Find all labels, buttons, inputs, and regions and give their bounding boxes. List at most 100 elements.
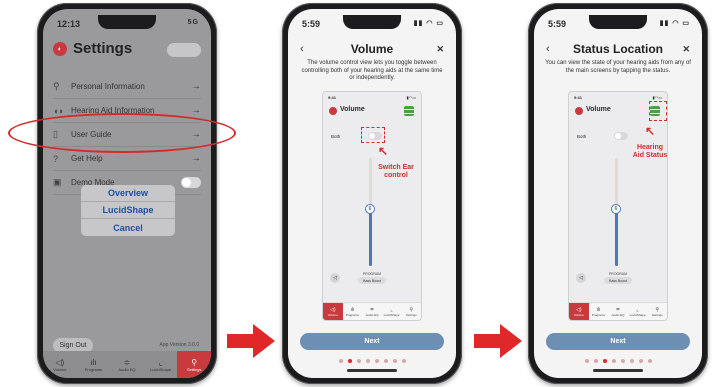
page-dot [647, 359, 652, 363]
demo-mode-toggle[interactable] [181, 177, 201, 188]
volume-knob: 6 [611, 204, 621, 214]
next-button[interactable]: Next [546, 333, 690, 350]
mini-tab-lucidshape: ⌞ LucidShape [382, 303, 402, 320]
hearing-aid-status-button[interactable] [167, 43, 201, 57]
signal-indicator: 5G [187, 19, 199, 26]
volume-fill [615, 209, 618, 266]
annotation-arrow-icon: ↖ [645, 124, 656, 138]
signal-wifi-battery-icon: ▮▮ ◠ ▭ [659, 20, 690, 27]
back-icon[interactable]: ‹ [300, 43, 304, 55]
menu-item-label: Personal Information [71, 82, 145, 91]
tab-settings[interactable]: ⚲ Settings [177, 351, 211, 378]
mini-tab-volume: ◁) Volume [323, 303, 343, 320]
page-dot [383, 359, 388, 363]
tab-label: Settings [405, 312, 417, 317]
sliders-icon: ≑ [123, 357, 131, 367]
settings-header: ◐ Settings [53, 39, 201, 63]
page-title: Status Location [572, 42, 663, 56]
person-icon: ⚲ [191, 357, 198, 367]
volume-knob: 6 [365, 204, 375, 214]
notch [589, 15, 647, 29]
cancel-button[interactable]: Cancel [81, 219, 175, 236]
settings-screen: 12:13 5G ◐ Settings ⚲ Personal Informati… [43, 9, 211, 378]
tab-label: LucidShape [150, 366, 172, 372]
arrow-right-icon [227, 324, 275, 358]
arrow-right-icon: → [191, 81, 201, 92]
annotation-label: Hearing Aid Status [632, 144, 668, 159]
mini-screenshot: 9:41 ▮◠▭ Volume Both 6 ◁ PROGRAM Bass Bo… [568, 91, 668, 321]
tab-label: Programs [591, 312, 605, 317]
onboarding-screen: 5:59 ▮▮ ◠ ▭ ‹ Status Location ✕ You can … [534, 9, 702, 378]
highlight-oval [8, 113, 236, 153]
both-label: Both [331, 134, 341, 139]
tab-label: Programs [345, 312, 359, 317]
close-icon[interactable]: ✕ [682, 44, 690, 55]
page-dot [392, 359, 397, 363]
arrow-right-icon: → [191, 153, 201, 164]
tab-volume[interactable]: ◁) Volume [43, 351, 77, 378]
tab-programs[interactable]: ılı Programs [77, 351, 111, 378]
mini-tab-audio-eq: ≑ Audio EQ [362, 303, 382, 320]
brand-logo-icon [575, 107, 583, 115]
tab-audio-eq[interactable]: ≑ Audio EQ [110, 351, 144, 378]
close-icon[interactable]: ✕ [436, 44, 444, 55]
mini-clock: 9:41 [328, 95, 337, 100]
mini-title: Volume [340, 106, 365, 113]
annotation-label: Switch Ear control [378, 164, 414, 179]
mini-screenshot: 9:41 ▮◠▭ Volume Both 6 ◁ PROGRAM Bass Bo… [322, 91, 422, 321]
annotation-arrow-icon: ↖ [378, 144, 389, 158]
lucidshape-option[interactable]: LucidShape [81, 202, 175, 219]
help-icon: ? [53, 153, 59, 164]
tab-label: Audio EQ [611, 312, 625, 317]
tab-label: Settings [186, 366, 202, 372]
mini-title: Volume [586, 106, 611, 113]
tab-label: Volume [327, 312, 338, 317]
page-dot [638, 359, 643, 363]
page-dot [374, 359, 379, 363]
tab-label: LucidShape [383, 312, 400, 317]
page-dot [401, 359, 406, 363]
tab-label: LucidShape [629, 312, 646, 317]
mini-tab-bar: ◁) Volume ılı Programs ≑ Audio EQ ⌞ LucidSha… [569, 302, 667, 320]
mini-tab-programs: ılı Programs [343, 303, 363, 320]
next-button[interactable]: Next [300, 333, 444, 350]
overview-option[interactable]: Overview [81, 185, 175, 202]
both-toggle [614, 132, 628, 140]
program-value: Bass Boost [358, 277, 386, 284]
page-dots [534, 359, 702, 363]
tab-label: Audio EQ [365, 312, 379, 317]
mini-tab-settings: ⚲ Settings [647, 303, 667, 320]
speaker-icon: ◁) [55, 357, 65, 367]
page-dot [365, 359, 370, 363]
program-label: PROGRAM [608, 272, 628, 276]
mini-tab-lucidshape: ⌞ LucidShape [628, 303, 648, 320]
page-dot [356, 359, 361, 363]
demo-icon: ▣ [53, 177, 62, 187]
back-icon[interactable]: ‹ [546, 43, 550, 55]
menu-item-label: Get Help [71, 154, 103, 163]
chart-icon: ⌞ [158, 357, 163, 367]
brand-logo-icon [329, 107, 337, 115]
clock: 5:59 [548, 19, 567, 29]
tab-label: Settings [651, 312, 663, 317]
menu-item-personal-information[interactable]: ⚲ Personal Information → [53, 75, 201, 99]
page-dot [338, 359, 343, 363]
tab-label: Audio EQ [118, 366, 136, 372]
hearing-aid-icon: ◖◗ [53, 105, 64, 116]
mini-tab-audio-eq: ≑ Audio EQ [608, 303, 628, 320]
highlight-box [649, 101, 667, 121]
signal-icon: ▮◠▭ [406, 95, 416, 100]
arrow-right-icon [474, 324, 522, 358]
highlight-box [361, 127, 385, 143]
person-icon: ⚲ [53, 81, 60, 91]
page-dot [593, 359, 598, 363]
page-description: You can view the state of your hearing a… [545, 60, 691, 74]
page-dot-active [347, 359, 352, 363]
page-dots [288, 359, 456, 363]
tab-lucidshape[interactable]: ⌞ LucidShape [144, 351, 178, 378]
page-title: Settings [73, 40, 133, 57]
both-label: Both [577, 134, 587, 139]
clock: 5:59 [302, 19, 321, 29]
program-value: Bass Boost [604, 277, 632, 284]
notch [98, 15, 156, 29]
